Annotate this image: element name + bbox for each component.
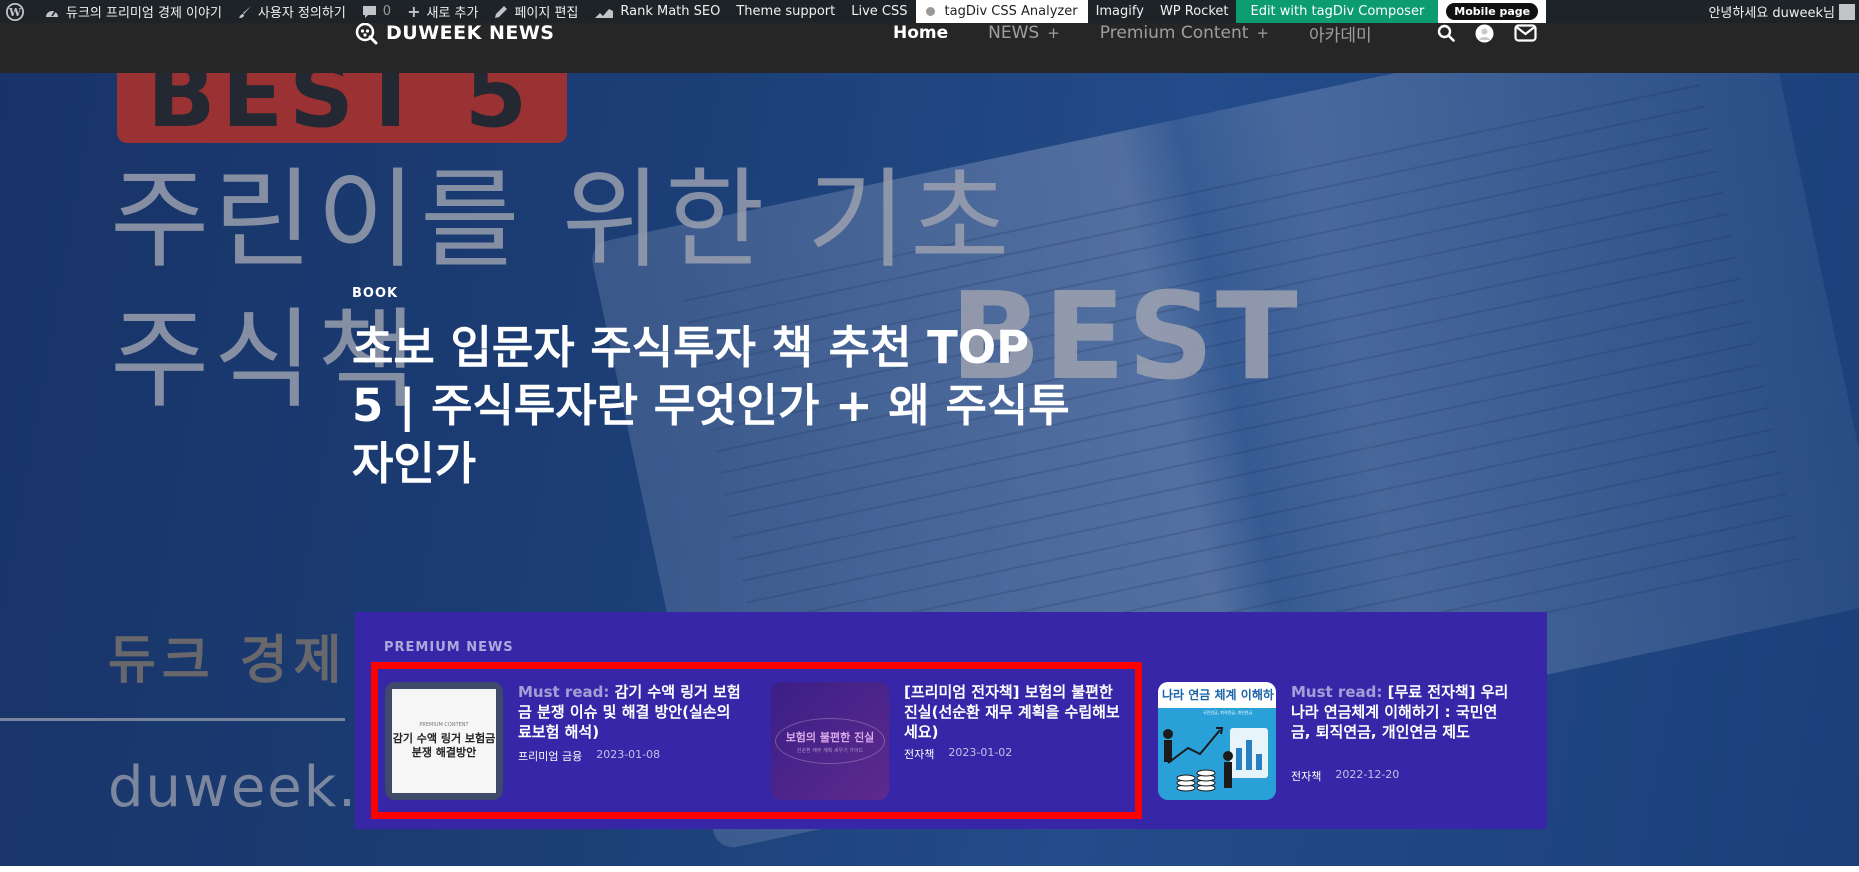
comments-count: 0 bbox=[382, 4, 392, 19]
imagify-menu[interactable]: Imagify bbox=[1088, 0, 1152, 23]
logo-text: DUWEEK NEWS bbox=[386, 22, 555, 44]
plus-icon: + bbox=[1256, 24, 1270, 42]
main-nav: Home NEWS + Premium Content + 아카데미 bbox=[893, 21, 1412, 46]
wp-admin-bar: W 듀크의 프리미엄 경제 이야기 사용자 정의하기 0 + 새로 추가 페이지… bbox=[0, 0, 1859, 23]
user-icon bbox=[1475, 24, 1494, 42]
thumbnail-text: 감기 수액 링거 보험금 분쟁 해결방안 bbox=[392, 732, 496, 759]
post-thumbnail[interactable]: 보험의 불편한 진실 선순환 재무 계획 세우기 가이드 bbox=[771, 682, 889, 800]
rank-math-icon bbox=[595, 8, 614, 18]
imagify-label: Imagify bbox=[1095, 4, 1144, 19]
wp-rocket-label: WP Rocket bbox=[1159, 4, 1229, 19]
post-category[interactable]: BOOK bbox=[352, 286, 398, 301]
theme-support-menu[interactable]: Theme support bbox=[728, 0, 843, 23]
greeting: 안녕하세요 duweek님 bbox=[1708, 6, 1835, 21]
new-label: 새로 추가 bbox=[426, 6, 479, 21]
post-title-text: [프리미엄 전자책] 보험의 불편한 진실(선순환 재무 계획을 수립해보세요) bbox=[904, 683, 1120, 741]
must-read-label: Must read: bbox=[1291, 683, 1383, 701]
thumbnail-caption: 선순환 재무 계획 세우기 가이드 bbox=[796, 747, 864, 754]
premium-news-block: PREMIUM NEWS PREMIUM CONTENT 감기 수액 링거 보험… bbox=[355, 612, 1547, 829]
thumbnail-ring: 보험의 불편한 진실 선순환 재무 계획 세우기 가이드 bbox=[775, 718, 885, 764]
post-date: 2023-01-02 bbox=[948, 746, 1013, 759]
live-css-menu[interactable]: Live CSS bbox=[843, 0, 915, 23]
avatar bbox=[1839, 3, 1855, 20]
mobile-page-button[interactable]: Mobile page bbox=[1438, 0, 1547, 23]
site-name: 듀크의 프리미엄 경제 이야기 bbox=[66, 6, 222, 21]
nav-item-premium-content[interactable]: Premium Content + bbox=[1100, 23, 1269, 43]
chart-illustration-icon bbox=[1163, 727, 1268, 792]
site-header: DUWEEK NEWS Home NEWS + Premium Content + … bbox=[0, 21, 1859, 73]
customize-label: 사용자 정의하기 bbox=[257, 6, 346, 21]
search-button[interactable] bbox=[1437, 24, 1455, 42]
premium-news-label: PREMIUM NEWS bbox=[384, 640, 514, 655]
nav-label: Premium Content bbox=[1099, 23, 1249, 43]
logo-icon bbox=[355, 22, 378, 45]
edit-page-menu[interactable]: 페이지 편집 bbox=[486, 0, 586, 23]
theme-support-label: Theme support bbox=[736, 4, 836, 19]
post-category[interactable]: 프리미엄 금융 bbox=[518, 748, 582, 764]
status-dot-icon bbox=[925, 7, 935, 16]
wordpress-menu[interactable]: W bbox=[0, 0, 36, 23]
mail-button[interactable] bbox=[1514, 24, 1537, 42]
live-css-label: Live CSS bbox=[851, 4, 908, 19]
premium-news-card[interactable]: PREMIUM CONTENT 감기 수액 링거 보험금 분쟁 해결방안 Mus… bbox=[385, 682, 755, 800]
hero-title[interactable]: 초보 입문자 주식투자 책 추천 TOP 5 | 주식투자란 무엇인가 + 왜 … bbox=[352, 319, 1072, 493]
mobile-page-label: Mobile page bbox=[1446, 3, 1539, 20]
plus-icon: + bbox=[1047, 24, 1060, 42]
nav-label: Home bbox=[893, 23, 949, 43]
thumbnail-caption: PREMIUM CONTENT bbox=[419, 722, 469, 728]
post-thumbnail[interactable]: 나라 연금 체계 이해하 국민연금, 퇴직연금, 개인연금 bbox=[1158, 682, 1276, 800]
nav-item-news[interactable]: NEWS + bbox=[988, 23, 1060, 43]
thumbnail-text: 보험의 불편한 진실 bbox=[785, 730, 875, 744]
post-date: 2022-12-20 bbox=[1335, 768, 1400, 781]
thumbnail-text: 나라 연금 체계 이해하 bbox=[1158, 682, 1276, 708]
post-category[interactable]: 전자책 bbox=[904, 746, 934, 762]
composer-label: Edit with tagDiv Composer bbox=[1250, 4, 1425, 19]
brush-icon bbox=[238, 5, 251, 18]
search-icon bbox=[1437, 24, 1455, 42]
comments-menu[interactable]: 0 bbox=[354, 0, 399, 23]
edit-with-composer-button[interactable]: Edit with tagDiv Composer bbox=[1236, 0, 1439, 23]
premium-news-card[interactable]: 보험의 불편한 진실 선순환 재무 계획 세우기 가이드 [프리미엄 전자책] … bbox=[771, 682, 1141, 800]
edit-page-label: 페이지 편집 bbox=[514, 6, 579, 21]
mail-icon bbox=[1514, 24, 1537, 42]
post-date: 2023-01-08 bbox=[596, 748, 661, 761]
header-icons bbox=[1437, 23, 1557, 43]
css-analyzer-label: tagDiv CSS Analyzer bbox=[944, 4, 1078, 19]
rank-math-label: Rank Math SEO bbox=[620, 4, 721, 19]
post-title[interactable]: [프리미엄 전자책] 보험의 불편한 진실(선순환 재무 계획을 수립해보세요) bbox=[904, 682, 1129, 742]
post-title[interactable]: Must read: [무료 전자책] 우리나라 연금체계 이해하기 : 국민연… bbox=[1291, 682, 1516, 742]
plus-icon: + bbox=[407, 2, 421, 21]
css-analyzer-menu[interactable]: tagDiv CSS Analyzer bbox=[915, 0, 1088, 23]
post-thumbnail[interactable]: PREMIUM CONTENT 감기 수액 링거 보험금 분쟁 해결방안 bbox=[385, 682, 503, 800]
customize-menu[interactable]: 사용자 정의하기 bbox=[230, 0, 354, 23]
post-meta: 전자책 2023-01-02 bbox=[904, 746, 1012, 762]
rank-math-menu[interactable]: Rank Math SEO bbox=[586, 0, 728, 23]
nav-label: 아카데미 bbox=[1309, 25, 1372, 46]
site-logo[interactable]: DUWEEK NEWS bbox=[354, 22, 555, 45]
svg-text:W: W bbox=[8, 6, 22, 19]
pencil-icon bbox=[495, 5, 508, 18]
post-category[interactable]: 전자책 bbox=[1291, 768, 1321, 784]
new-content-menu[interactable]: + 새로 추가 bbox=[399, 0, 486, 23]
post-meta: 프리미엄 금융 2023-01-08 bbox=[518, 748, 660, 764]
wp-rocket-menu[interactable]: WP Rocket bbox=[1152, 0, 1237, 23]
comment-icon bbox=[362, 5, 376, 18]
dashboard-icon bbox=[46, 10, 58, 17]
nav-item-academy[interactable]: 아카데미 bbox=[1309, 21, 1372, 46]
post-meta: 전자책 2022-12-20 bbox=[1291, 768, 1399, 784]
must-read-label: Must read: bbox=[518, 683, 610, 701]
account-menu[interactable]: 안녕하세요 duweek님 bbox=[1708, 2, 1859, 21]
wordpress-icon: W bbox=[6, 2, 24, 21]
nav-label: NEWS bbox=[988, 23, 1040, 43]
post-title[interactable]: Must read: 감기 수액 링거 보험금 분쟁 이슈 및 해결 방안(실손… bbox=[518, 682, 743, 742]
nav-item-home[interactable]: Home bbox=[893, 23, 948, 43]
user-button[interactable] bbox=[1475, 24, 1494, 43]
premium-news-card[interactable]: 나라 연금 체계 이해하 국민연금, 퇴직연금, 개인연금 Must read: bbox=[1158, 682, 1528, 800]
site-name-menu[interactable]: 듀크의 프리미엄 경제 이야기 bbox=[36, 0, 230, 23]
